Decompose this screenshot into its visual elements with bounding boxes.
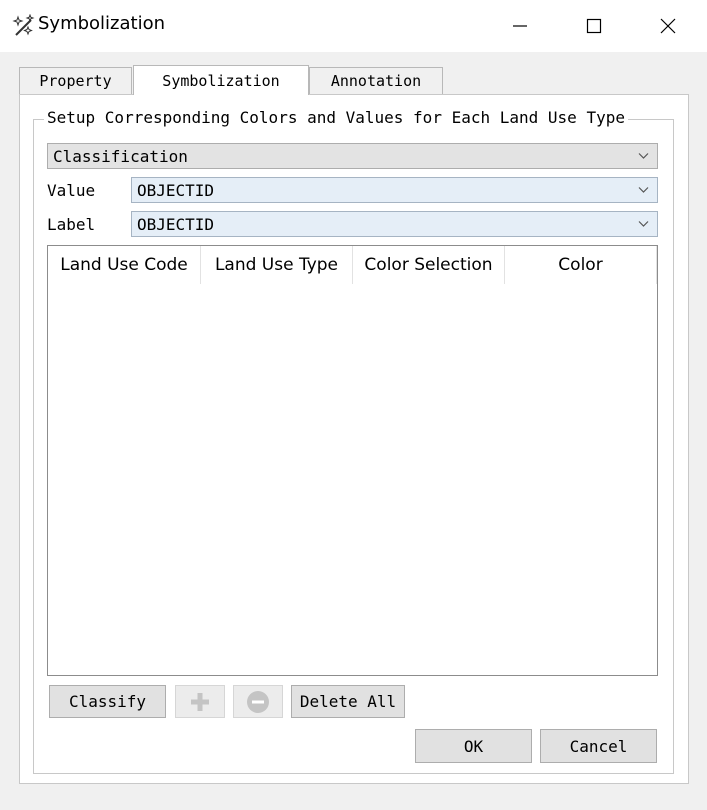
remove-row-button[interactable]	[233, 685, 283, 718]
classify-button[interactable]: Classify	[49, 685, 166, 718]
chevron-down-icon	[638, 153, 649, 159]
minus-circle-icon	[247, 690, 269, 713]
label-field-value: OBJECTID	[137, 214, 215, 234]
tab-symbolization[interactable]: Symbolization	[133, 65, 309, 95]
classification-method-value: Classification	[53, 146, 188, 166]
classification-method-select[interactable]: Classification	[47, 143, 658, 169]
chevron-down-icon	[638, 221, 649, 227]
minimize-button[interactable]	[497, 0, 543, 52]
label-field-select[interactable]: OBJECTID	[131, 211, 658, 237]
label-label: Label	[47, 215, 96, 234]
maximize-icon	[586, 18, 602, 34]
magic-wand-sparkles-icon	[12, 13, 36, 38]
window-title: Symbolization	[38, 13, 166, 34]
close-button[interactable]	[645, 0, 691, 52]
value-field-value: OBJECTID	[137, 180, 215, 200]
column-header-land-use-type[interactable]: Land Use Type	[201, 246, 353, 284]
column-header-color[interactable]: Color	[505, 246, 657, 284]
tab-annotation[interactable]: Annotation	[309, 67, 443, 94]
delete-all-button[interactable]: Delete All	[291, 685, 405, 718]
add-row-button[interactable]	[175, 685, 225, 718]
chevron-down-icon	[638, 187, 649, 193]
column-header-land-use-code[interactable]: Land Use Code	[48, 246, 201, 284]
minimize-icon	[513, 25, 527, 27]
cancel-button[interactable]: Cancel	[540, 729, 657, 763]
column-header-color-selection[interactable]: Color Selection	[353, 246, 505, 284]
value-field-select[interactable]: OBJECTID	[131, 177, 658, 203]
groupbox-title: Setup Corresponding Colors and Values fo…	[44, 108, 628, 127]
ok-button[interactable]: OK	[415, 729, 532, 763]
land-use-table[interactable]: Land Use Code Land Use Type Color Select…	[47, 245, 658, 676]
value-label: Value	[47, 181, 96, 200]
plus-icon	[191, 692, 209, 711]
title-bar[interactable]: Symbolization	[0, 0, 707, 52]
close-icon	[660, 18, 676, 34]
tab-property[interactable]: Property	[19, 67, 132, 94]
maximize-button[interactable]	[571, 0, 617, 52]
